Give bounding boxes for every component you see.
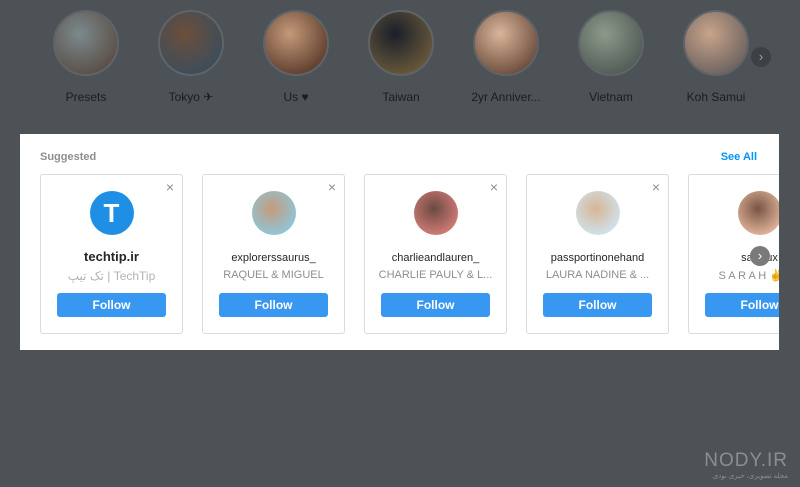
watermark-tagline: مجله تصویری، خبری نودی	[712, 473, 788, 480]
logo-glyph: T	[103, 198, 120, 228]
full-name: S A R A H ✌️ TR	[718, 270, 779, 282]
suggested-card: × passportinonehand LAURA NADINE & ... Foll…	[526, 174, 669, 334]
full-name: RAQUEL & MIGUEL	[223, 269, 324, 281]
follow-button[interactable]: Follow	[57, 293, 166, 317]
highlight-label: 2yr Anniver...	[471, 90, 541, 104]
suggested-card: × charlieandlauren_ CHARLIE PAULY & L... Fo…	[364, 174, 507, 334]
full-name: LAURA NADINE & ...	[545, 269, 650, 281]
highlight-cover-image	[473, 10, 539, 76]
highlight-label: Vietnam	[589, 90, 633, 104]
highlight-item[interactable]: 2yr Anniver...	[461, 10, 551, 104]
suggested-card: × explorerssaurus_ RAQUEL & MIGUEL Follow	[202, 174, 345, 334]
username[interactable]: techtip.ir	[41, 249, 182, 264]
techtip-logo-icon[interactable]: T	[89, 191, 134, 235]
highlight-item[interactable]: Presets	[41, 10, 131, 104]
story-highlights: Presets Tokyo ✈ Us ♥ Taiwan 2yr Anniver... Vi…	[0, 0, 800, 120]
highlight-item[interactable]: Us ♥	[251, 10, 341, 104]
highlight-label: Koh Samui	[686, 90, 746, 104]
close-icon[interactable]: ×	[490, 180, 498, 194]
highlight-item[interactable]: Tokyo ✈	[146, 10, 236, 104]
avatar[interactable]	[575, 191, 620, 235]
see-all-link[interactable]: See All	[721, 151, 757, 163]
username[interactable]: charlieandlauren_	[365, 252, 506, 264]
follow-button[interactable]: Follow	[219, 293, 328, 317]
highlight-cover-image	[263, 10, 329, 76]
close-icon[interactable]: ×	[166, 180, 174, 194]
highlight-item[interactable]: Koh Samui	[671, 10, 761, 104]
watermark-brand: NODY.IR	[704, 450, 788, 471]
watermark: NODY.IR مجله تصویری، خبری نودی	[704, 450, 788, 480]
avatar[interactable]	[737, 191, 779, 235]
avatar[interactable]	[251, 191, 296, 235]
full-name: تک تیپ | TechTip	[67, 269, 156, 283]
follow-button[interactable]: Follow	[381, 293, 490, 317]
highlight-item[interactable]: Vietnam	[566, 10, 656, 104]
highlight-cover-image	[578, 10, 644, 76]
suggested-panel: Suggested See All × Ttechtip.ir تک تیپ | T…	[20, 134, 779, 350]
highlight-label: Us ♥	[283, 90, 309, 104]
highlight-label: Presets	[65, 90, 107, 104]
highlight-cover-image	[368, 10, 434, 76]
cards-next-icon[interactable]: ›	[750, 246, 770, 266]
avatar[interactable]	[413, 191, 458, 235]
highlight-label: Tokyo ✈	[168, 90, 214, 104]
follow-button[interactable]: Follow	[543, 293, 652, 317]
follow-button[interactable]: Follow	[705, 293, 779, 317]
highlight-cover-image	[683, 10, 749, 76]
highlight-item[interactable]: Taiwan	[356, 10, 446, 104]
close-icon[interactable]: ×	[328, 180, 336, 194]
close-icon[interactable]: ×	[652, 180, 660, 194]
highlight-label: Taiwan	[382, 90, 420, 104]
highlight-cover-image	[158, 10, 224, 76]
username[interactable]: passportinonehand	[527, 252, 668, 264]
highlights-next-icon[interactable]: ›	[751, 47, 771, 67]
suggested-title: Suggested	[40, 151, 97, 163]
full-name: CHARLIE PAULY & L...	[378, 269, 493, 281]
highlight-cover-image	[53, 10, 119, 76]
suggested-card: × Ttechtip.ir تک تیپ | TechTip Follow	[40, 174, 183, 334]
username[interactable]: explorerssaurus_	[203, 252, 344, 264]
